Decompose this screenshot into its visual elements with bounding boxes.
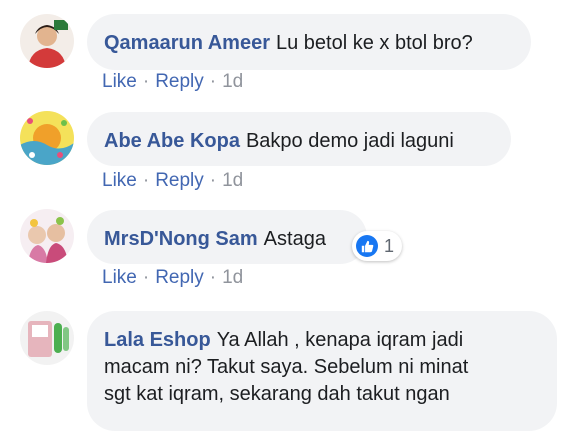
- comment-author[interactable]: Qamaarun Ameer: [104, 32, 270, 54]
- comment-author[interactable]: Lala Eshop: [104, 329, 211, 351]
- comment-bubble: Qamaarun Ameer Lu betol ke x btol bro?: [87, 14, 531, 70]
- separator: ·: [209, 170, 217, 191]
- timestamp[interactable]: 1d: [222, 267, 243, 288]
- comment-author[interactable]: MrsD'Nong Sam: [104, 228, 258, 250]
- avatar[interactable]: [20, 111, 74, 165]
- comment-actions: Like · Reply · 1d: [102, 267, 243, 289]
- like-button[interactable]: Like: [102, 170, 137, 191]
- comment-text: Lu betol ke x btol bro?: [276, 32, 473, 54]
- comment-bubble: Lala Eshop Ya Allah , kenapa iqram jadi m…: [87, 311, 557, 431]
- comment-actions: Like · Reply · 1d: [102, 71, 243, 93]
- reply-button[interactable]: Reply: [155, 71, 204, 92]
- comment-bubble: MrsD'Nong Sam Astaga: [87, 210, 367, 264]
- comment-actions: Like · Reply · 1d: [102, 170, 243, 192]
- reply-button[interactable]: Reply: [155, 170, 204, 191]
- like-button[interactable]: Like: [102, 267, 137, 288]
- timestamp[interactable]: 1d: [222, 71, 243, 92]
- comment-text: Bakpo demo jadi laguni: [245, 130, 454, 152]
- comment-bubble: Abe Abe Kopa Bakpo demo jadi laguni: [87, 112, 511, 166]
- separator: ·: [209, 71, 217, 92]
- timestamp[interactable]: 1d: [222, 170, 243, 191]
- separator: ·: [142, 170, 150, 191]
- comment-text-line: sgt kat iqram, sekarang dah takut ngan: [104, 383, 450, 405]
- reaction-count: 1: [384, 235, 395, 256]
- reply-button[interactable]: Reply: [155, 267, 204, 288]
- avatar[interactable]: [20, 209, 74, 263]
- like-button[interactable]: Like: [102, 71, 137, 92]
- comment-text-line: Ya Allah , kenapa iqram jadi: [216, 329, 464, 351]
- comment-author[interactable]: Abe Abe Kopa: [104, 130, 240, 152]
- like-icon: [356, 235, 378, 257]
- avatar[interactable]: [20, 311, 74, 365]
- comment-text-line: macam ni? Takut saya. Sebelum ni minat: [104, 356, 469, 378]
- reaction-badge[interactable]: 1: [352, 231, 402, 261]
- separator: ·: [142, 267, 150, 288]
- comment-text: Astaga: [263, 228, 326, 250]
- separator: ·: [209, 267, 217, 288]
- separator: ·: [142, 71, 150, 92]
- avatar[interactable]: [20, 14, 74, 68]
